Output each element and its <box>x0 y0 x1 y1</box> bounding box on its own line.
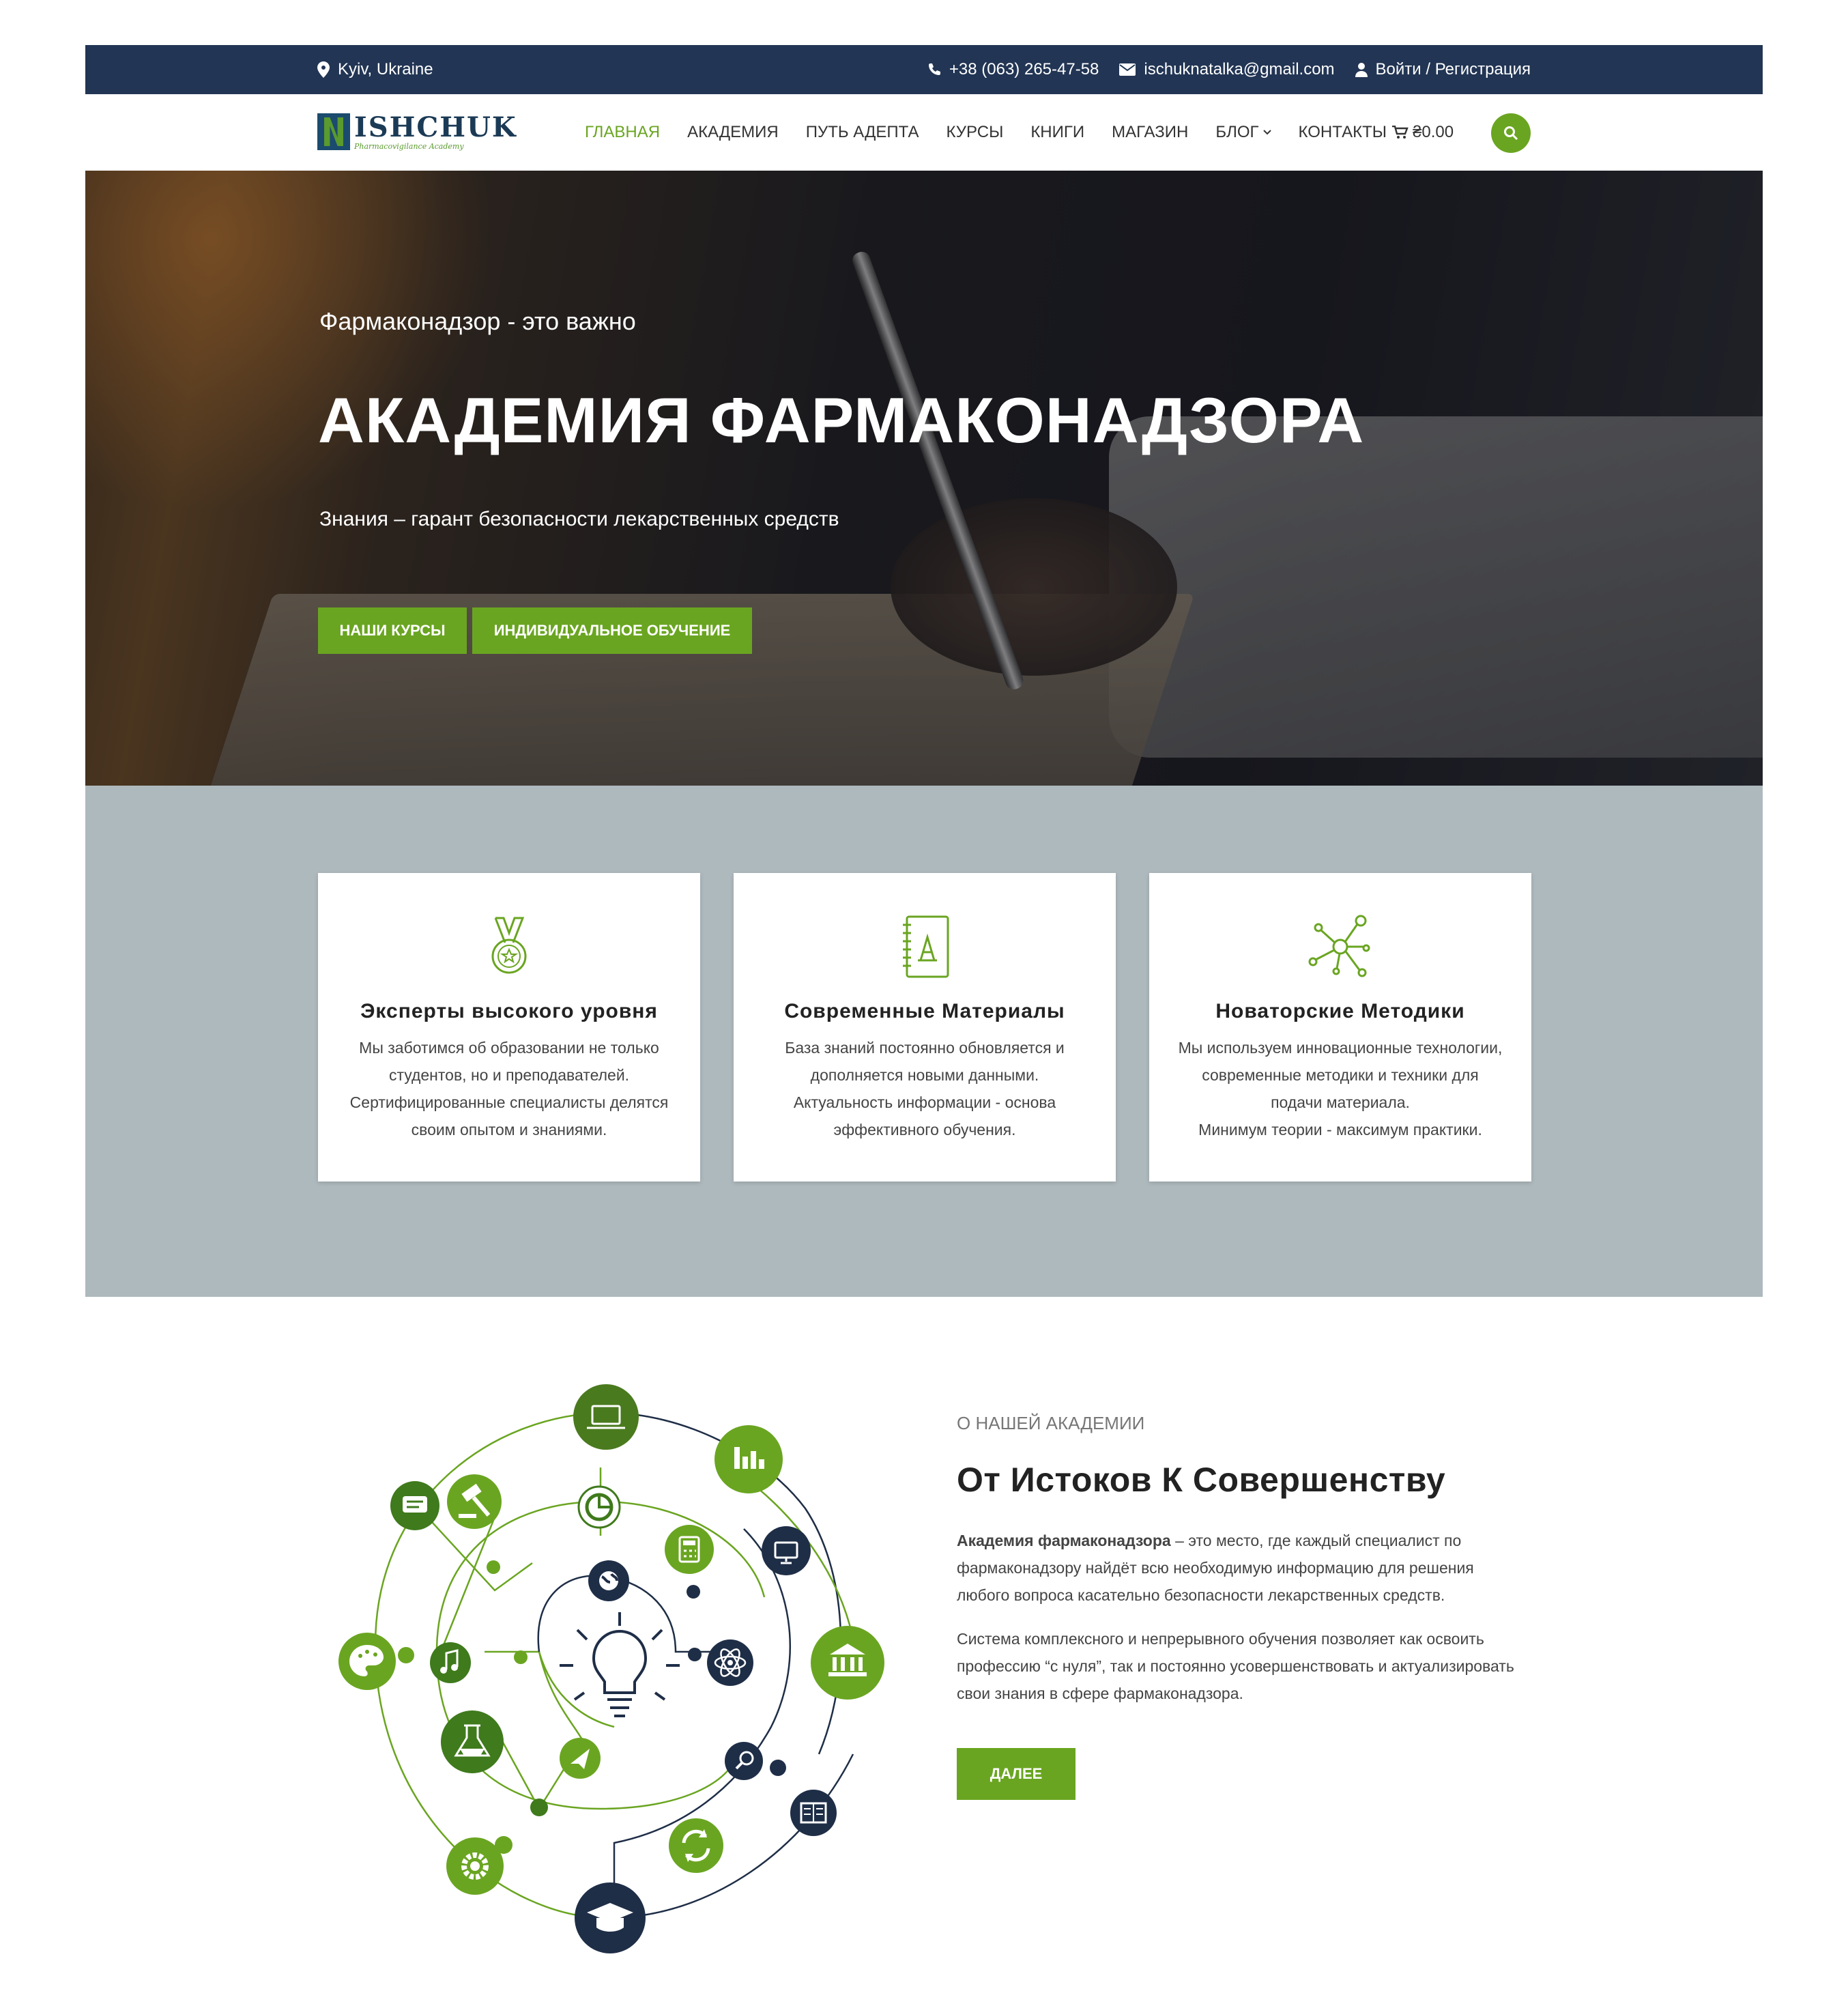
email-text: ischuknatalka@gmail.com <box>1144 60 1335 78</box>
feature-text-line: Сертифицированные специалисты делятся <box>349 1093 669 1111</box>
envelope-icon <box>1119 63 1136 76</box>
feature-text-line: Минимум теории - максимум практики. <box>1198 1121 1482 1138</box>
palette-node <box>338 1633 396 1690</box>
feature-text-line: своим опытом и знаниями. <box>411 1121 607 1138</box>
feature-card-experts: Эксперты высокого уровня Мы заботимся об… <box>318 873 700 1181</box>
feature-title: Новаторские Методики <box>1215 1000 1465 1022</box>
our-courses-button[interactable]: НАШИ КУРСЫ <box>318 607 467 654</box>
logo-mark-icon <box>317 113 350 150</box>
feature-text-line: студентов, но и преподавателей. <box>388 1066 630 1084</box>
menu-item-academy[interactable]: АКАДЕМИЯ <box>687 123 779 142</box>
bank-node <box>811 1626 884 1700</box>
gavel-node <box>447 1474 502 1529</box>
hero-title: АКАДЕМИЯ ФАРМАКОНАДЗОРА <box>318 384 1365 456</box>
flask-node <box>441 1710 504 1773</box>
hero-overlay <box>85 171 1763 786</box>
magnifier-node <box>725 1742 763 1780</box>
about-section: О НАШЕЙ АКАДЕМИИ От Истоков К Совершенст… <box>957 1413 1516 1800</box>
email[interactable]: ischuknatalka@gmail.com <box>1119 60 1335 79</box>
map-pin-icon <box>317 61 330 78</box>
feature-text: База знаний постоянно обновляется и допо… <box>754 1034 1095 1143</box>
hero-subtitle: Фармаконадзор - это важно <box>319 307 636 335</box>
feature-text-line: эффективного обучения. <box>833 1121 1016 1138</box>
menu-item-books[interactable]: КНИГИ <box>1030 123 1084 142</box>
about-kicker: О НАШЕЙ АКАДЕМИИ <box>957 1413 1145 1433</box>
feature-text-line: дополняется новыми данными. <box>810 1066 1039 1084</box>
main-nav: ISHCHUK Pharmacovigilance Academy ГЛАВНА… <box>85 94 1763 171</box>
calculator-node <box>665 1525 714 1574</box>
logo[interactable]: ISHCHUK Pharmacovigilance Academy <box>317 113 517 150</box>
graduation-cap-node <box>575 1882 646 1953</box>
atom-node <box>707 1639 753 1686</box>
lightbulb-node <box>560 1612 680 1717</box>
feature-text-line: База знаний постоянно обновляется и <box>785 1039 1065 1057</box>
laptop-node <box>573 1384 639 1450</box>
cart[interactable]: ₴0.00 <box>1392 94 1454 171</box>
menu-item-shop[interactable]: МАГАЗИН <box>1112 123 1188 142</box>
search-icon <box>1504 126 1518 141</box>
feature-text-line: подачи материала. <box>1271 1093 1410 1111</box>
menu-item-contacts[interactable]: КОНТАКТЫ <box>1299 123 1387 142</box>
medal-icon <box>491 917 527 974</box>
chat-node <box>390 1481 439 1530</box>
feature-text-line: Мы заботимся об образовании не только <box>359 1039 659 1057</box>
feature-text-line: современные методики и техники для <box>1202 1066 1479 1084</box>
about-paragraph-1: Академия фармаконадзора – это место, где… <box>957 1527 1516 1609</box>
top-bar: Kyiv, Ukraine +38 (063) 265-47-58 ischuk… <box>85 45 1763 94</box>
search-button[interactable] <box>1491 113 1531 153</box>
login-register-link[interactable]: Войти / Регистрация <box>1355 60 1531 79</box>
network-icon <box>1308 915 1370 977</box>
feature-text-line: Мы используем инновационные технологии, <box>1178 1039 1503 1057</box>
hero-banner: Фармаконадзор - это важно АКАДЕМИЯ ФАРМА… <box>85 171 1763 786</box>
address-book-icon <box>903 915 949 978</box>
book-node <box>790 1790 837 1836</box>
user-icon <box>1355 63 1368 77</box>
academy-icons-graphic <box>338 1384 884 1953</box>
feature-title: Эксперты высокого уровня <box>360 1000 658 1022</box>
about-title: От Истоков К Совершенству <box>957 1461 1446 1499</box>
music-node <box>430 1642 471 1683</box>
phone-icon <box>928 63 940 75</box>
menu-item-courses[interactable]: КУРСЫ <box>947 123 1004 142</box>
login-register-text: Войти / Регистрация <box>1375 60 1531 78</box>
feature-text-line: Актуальность информации - основа <box>793 1093 1056 1111</box>
menu-item-blog[interactable]: БЛОГ <box>1215 123 1271 142</box>
menu-item-home[interactable]: ГЛАВНАЯ <box>585 123 660 142</box>
menu: ГЛАВНАЯ АКАДЕМИЯ ПУТЬ АДЕПТА КУРСЫ КНИГИ… <box>585 94 1387 171</box>
feature-title: Современные Материалы <box>784 1000 1065 1022</box>
location-text: Kyiv, Ukraine <box>338 60 433 78</box>
feature-text: Мы заботимся об образовании не только ст… <box>338 1034 680 1143</box>
globe-node <box>588 1560 629 1601</box>
read-more-button[interactable]: ДАЛЕЕ <box>957 1748 1075 1800</box>
logo-subtitle: Pharmacovigilance Academy <box>354 141 464 151</box>
individual-training-button[interactable]: ИНДИВИДУАЛЬНОЕ ОБУЧЕНИЕ <box>472 607 752 654</box>
paper-plane-node <box>560 1738 601 1779</box>
connector-dots <box>398 1560 786 1854</box>
features-section: Эксперты высокого уровня Мы заботимся об… <box>85 786 1763 1297</box>
gear-node <box>446 1837 504 1895</box>
feature-card-methods: Новаторские Методики Мы используем иннов… <box>1149 873 1531 1181</box>
monitor-node <box>762 1526 811 1575</box>
refresh-node <box>669 1818 723 1873</box>
location: Kyiv, Ukraine <box>317 45 433 94</box>
pie-chart-node <box>577 1485 621 1529</box>
menu-item-blog-label: БЛОГ <box>1215 123 1259 141</box>
about-paragraph-1-bold: Академия фармаконадзора <box>957 1532 1171 1549</box>
logo-title: ISHCHUK <box>354 111 517 143</box>
phone-text: +38 (063) 265-47-58 <box>949 60 1099 78</box>
menu-item-adept-path[interactable]: ПУТЬ АДЕПТА <box>806 123 919 142</box>
chevron-down-icon <box>1262 130 1271 135</box>
feature-text: Мы используем инновационные технологии, … <box>1170 1034 1511 1143</box>
phone[interactable]: +38 (063) 265-47-58 <box>927 60 1099 79</box>
about-paragraph-2: Система комплексного и непрерывного обуч… <box>957 1630 1514 1702</box>
cart-icon <box>1392 126 1409 139</box>
bar-chart-node <box>714 1425 783 1493</box>
feature-card-materials: Современные Материалы База знаний постоя… <box>734 873 1116 1181</box>
cart-total: ₴0.00 <box>1413 123 1454 141</box>
hero-tagline: Знания – гарант безопасности лекарственн… <box>319 508 839 530</box>
